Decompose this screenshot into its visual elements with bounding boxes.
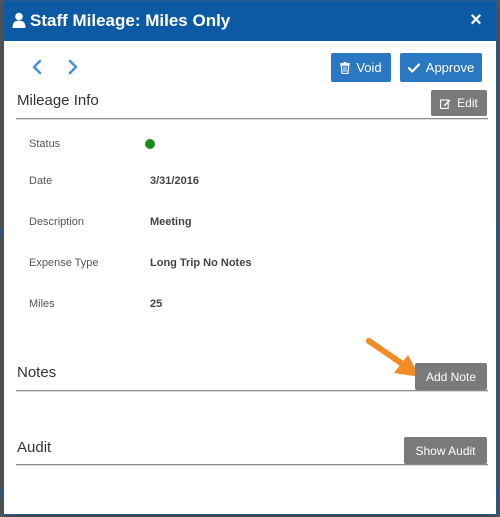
chevron-right-icon[interactable]: [66, 57, 80, 77]
audit-heading: Audit: [17, 439, 52, 456]
trash-icon: [340, 61, 351, 74]
show-audit-button-label: Show Audit: [415, 443, 476, 458]
close-button[interactable]: ×: [466, 9, 486, 31]
edit-button-label: Edit: [457, 96, 478, 110]
add-note-button-label: Add Note: [425, 369, 477, 384]
notes-heading: Notes: [17, 364, 57, 381]
show-audit-button[interactable]: Show Audit: [404, 437, 487, 464]
notes-divider: [16, 390, 488, 392]
approve-button[interactable]: Approve: [400, 53, 482, 82]
user-icon: [12, 12, 26, 28]
staff-mileage-dialog: Staff Mileage: Miles Only × Void Approve…: [3, 0, 497, 515]
mileage-info-divider: [16, 118, 488, 120]
description-label: Description: [29, 216, 85, 228]
dialog-title: Staff Mileage: Miles Only: [30, 11, 231, 30]
add-note-button[interactable]: Add Note: [415, 363, 487, 390]
status-indicator: [145, 139, 155, 149]
approve-button-label: Approve: [425, 60, 475, 75]
miles-value: 25: [150, 298, 163, 310]
mileage-info-heading: Mileage Info: [17, 92, 99, 109]
void-button[interactable]: Void: [331, 53, 391, 82]
edit-button[interactable]: Edit: [431, 90, 487, 116]
void-button-label: Void: [356, 60, 382, 75]
date-value: 3/31/2016: [150, 175, 199, 187]
checkmark-icon: [407, 62, 420, 73]
expense-type-label: Expense Type: [29, 257, 99, 269]
description-value: Meeting: [150, 216, 192, 228]
chevron-left-icon[interactable]: [30, 57, 44, 77]
expense-type-value: Long Trip No Notes: [150, 257, 252, 269]
audit-divider: [16, 464, 488, 466]
miles-label: Miles: [29, 298, 55, 310]
date-label: Date: [29, 175, 53, 187]
edit-icon: [440, 98, 451, 109]
status-label: Status: [29, 138, 61, 150]
dialog-header: Staff Mileage: Miles Only ×: [4, 1, 496, 41]
